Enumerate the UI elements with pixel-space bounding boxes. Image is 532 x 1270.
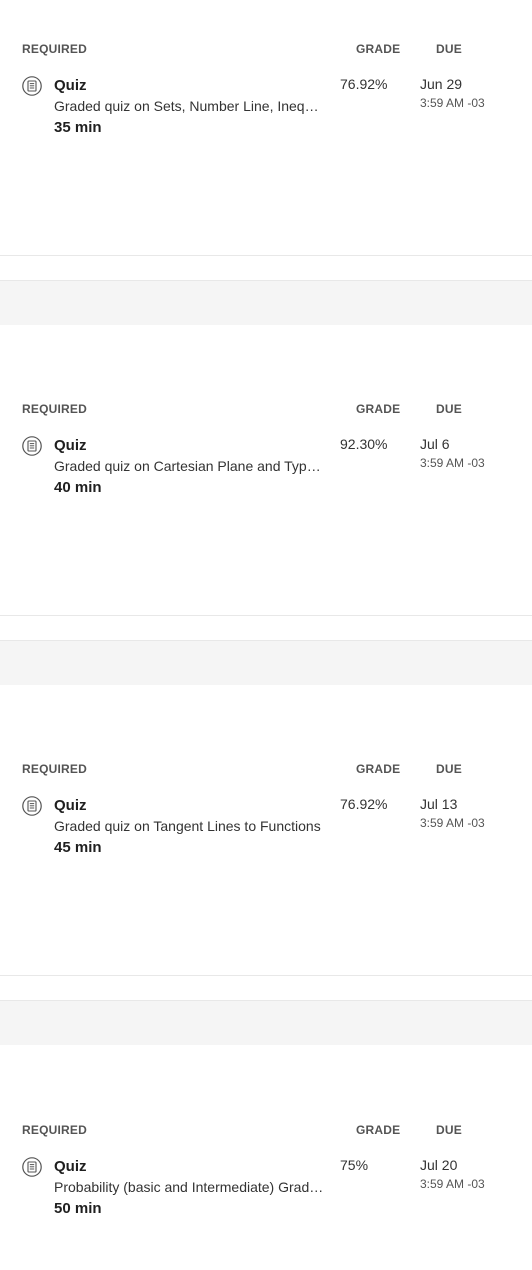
column-header-row: REQUIRED GRADE DUE (0, 762, 532, 778)
quiz-due-date: Jul 13 (420, 796, 458, 812)
quiz-document-icon (22, 796, 42, 816)
section-gap (0, 641, 532, 685)
required-column-header: REQUIRED (22, 762, 87, 776)
quiz-title[interactable]: Quiz (54, 77, 87, 94)
column-header-row: REQUIRED GRADE DUE (0, 42, 532, 58)
column-header-row: REQUIRED GRADE DUE (0, 1123, 532, 1139)
grade-column-header: GRADE (356, 42, 401, 56)
module-section-1: REQUIRED GRADE DUE Quiz Graded quiz on S… (0, 0, 532, 255)
quiz-due-date: Jul 6 (420, 436, 450, 452)
grade-column-header: GRADE (356, 1123, 401, 1137)
quiz-document-icon (22, 76, 42, 96)
quiz-item-1[interactable]: Quiz Graded quiz on Sets, Number Line, I… (0, 76, 532, 146)
quiz-due-date: Jul 20 (420, 1157, 458, 1173)
divider (0, 615, 532, 616)
required-column-header: REQUIRED (22, 402, 87, 416)
quiz-due-time: 3:59 AM -03 (420, 816, 485, 830)
quiz-title[interactable]: Quiz (54, 797, 87, 814)
quiz-item-4[interactable]: Quiz Probability (basic and Intermediate… (0, 1157, 532, 1227)
section-gap (0, 281, 532, 325)
quiz-item-3[interactable]: Quiz Graded quiz on Tangent Lines to Fun… (0, 796, 532, 866)
quiz-duration: 40 min (54, 479, 102, 496)
required-column-header: REQUIRED (22, 42, 87, 56)
due-column-header: DUE (436, 402, 462, 416)
section-gap (0, 1001, 532, 1045)
quiz-due-time: 3:59 AM -03 (420, 456, 485, 470)
quiz-grade: 76.92% (340, 796, 388, 812)
divider (0, 975, 532, 976)
quiz-grade: 75% (340, 1157, 369, 1173)
grade-column-header: GRADE (356, 402, 401, 416)
due-column-header: DUE (436, 42, 462, 56)
due-column-header: DUE (436, 1123, 462, 1137)
quiz-duration: 45 min (54, 839, 102, 856)
module-section-4: REQUIRED GRADE DUE Quiz Probability (bas… (0, 1045, 532, 1270)
due-column-header: DUE (436, 762, 462, 776)
quiz-title[interactable]: Quiz (54, 1158, 87, 1175)
divider (0, 255, 532, 256)
quiz-due-time: 3:59 AM -03 (420, 96, 485, 110)
quiz-item-2[interactable]: Quiz Graded quiz on Cartesian Plane and … (0, 436, 532, 506)
quiz-due-time: 3:59 AM -03 (420, 1177, 485, 1191)
quiz-duration: 35 min (54, 119, 102, 136)
quiz-document-icon (22, 1157, 42, 1177)
quiz-description: Probability (basic and Intermediate) Gra… (54, 1179, 324, 1195)
quiz-document-icon (22, 436, 42, 456)
module-section-3: REQUIRED GRADE DUE Quiz Graded quiz on T… (0, 685, 532, 975)
quiz-grade: 76.92% (340, 76, 388, 92)
grade-column-header: GRADE (356, 762, 401, 776)
quiz-description: Graded quiz on Tangent Lines to Function… (54, 818, 321, 834)
quiz-description: Graded quiz on Cartesian Plane and Types… (54, 458, 324, 474)
quiz-due-date: Jun 29 (420, 76, 463, 92)
module-section-2: REQUIRED GRADE DUE Quiz Graded quiz on C… (0, 325, 532, 615)
quiz-grade: 92.30% (340, 436, 388, 452)
required-column-header: REQUIRED (22, 1123, 87, 1137)
quiz-duration: 50 min (54, 1200, 102, 1217)
quiz-description: Graded quiz on Sets, Number Line, Inequa… (54, 98, 324, 114)
column-header-row: REQUIRED GRADE DUE (0, 402, 532, 418)
quiz-title[interactable]: Quiz (54, 437, 87, 454)
